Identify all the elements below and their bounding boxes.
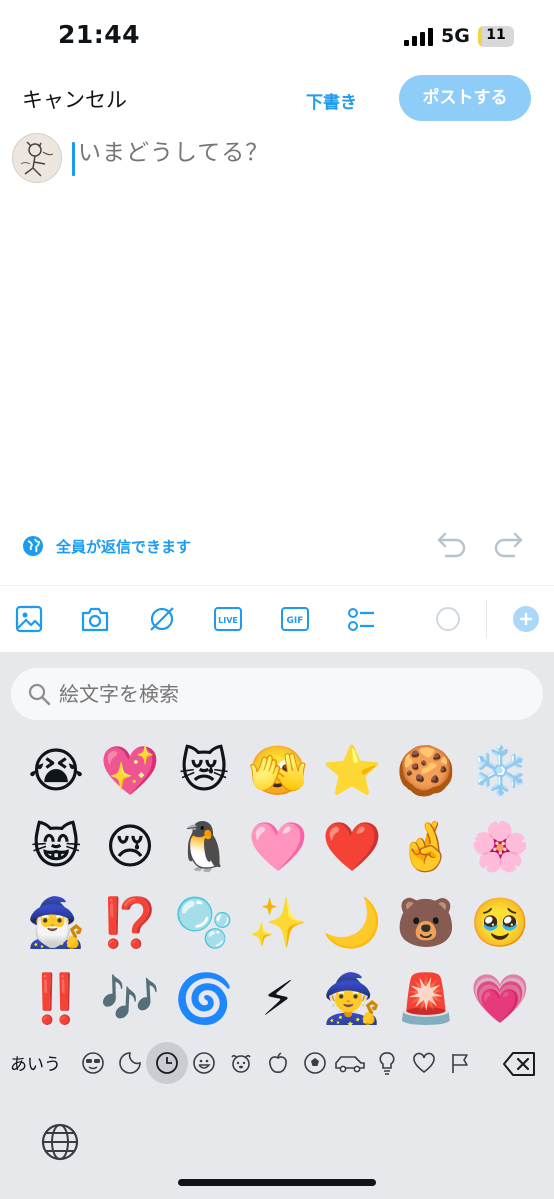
emoji-key[interactable]: 🌀 (172, 970, 236, 1028)
emoji-key[interactable]: 🌙 (320, 894, 384, 952)
reply-setting-label: 全員が返信できます (56, 537, 192, 556)
emoji-key[interactable]: ⚡ (246, 970, 310, 1028)
emoji-key[interactable]: 🧙 (320, 970, 384, 1028)
drafts-button[interactable]: 下書き (306, 88, 357, 113)
emoji-key[interactable]: ‼️ (24, 970, 88, 1028)
globe-keyboard-icon[interactable] (40, 1122, 80, 1162)
compose-toolbar: LIVE GIF (0, 586, 554, 652)
emoji-key[interactable]: 🤞 (394, 818, 458, 876)
emoji-key[interactable]: 🚨 (394, 970, 458, 1028)
stickers-icon[interactable] (118, 1051, 142, 1075)
keyboard-switch-button[interactable]: あいう (10, 1050, 61, 1075)
emoji-key[interactable]: ❤️ (320, 818, 384, 876)
flags-icon[interactable] (449, 1051, 473, 1075)
animals-icon[interactable] (229, 1051, 253, 1075)
cellular-signal-icon (404, 28, 434, 46)
avatar[interactable] (12, 133, 62, 183)
smileys-people-icon[interactable] (81, 1051, 105, 1075)
objects-icon[interactable] (375, 1051, 399, 1075)
home-indicator[interactable] (178, 1179, 376, 1186)
activity-icon[interactable] (303, 1051, 327, 1075)
compose-text-input[interactable] (78, 140, 518, 166)
emoji-key[interactable]: 😸 (24, 818, 88, 876)
reply-setting[interactable]: 全員が返信できます (22, 533, 191, 559)
add-post-icon[interactable] (511, 604, 541, 634)
image-icon[interactable] (14, 604, 44, 634)
redo-icon[interactable] (492, 530, 524, 558)
emoji-category-bar: あいう (0, 1040, 554, 1086)
gif-label: GIF (287, 616, 304, 626)
network-type: 5G (441, 25, 470, 47)
hidden-icon[interactable] (147, 604, 177, 634)
emoji-key[interactable]: 🧙‍♂️ (24, 894, 88, 952)
delete-icon[interactable] (503, 1051, 537, 1077)
emoji-key[interactable]: 💖 (98, 742, 162, 800)
emoji-key[interactable]: 🫧 (172, 894, 236, 952)
emoji-key[interactable]: 😿 (172, 742, 236, 800)
search-icon (28, 683, 51, 706)
emoji-search-field[interactable] (11, 668, 543, 720)
emoji-key[interactable]: 🌸 (468, 818, 532, 876)
emoji-key[interactable]: 😭 (24, 742, 88, 800)
emoji-key[interactable]: 💗 (468, 970, 532, 1028)
battery-icon: 11 (478, 26, 514, 47)
live-icon[interactable]: LIVE (213, 604, 243, 634)
live-label: LIVE (218, 616, 238, 625)
emoji-grid: 😭 💖 😿 🫣 ⭐ 🍪 ❄️ 😸 😢 🐧 🩷 ❤️ 🤞 🌸 🧙‍♂️ ⁉️ 🫧 ✨ 🌙 🐻 🥹 ‼️ 🎶 🌀 ⚡ 🧙 🚨 💗 (24, 742, 540, 1028)
post-button[interactable]: ポストする (399, 75, 531, 121)
camera-icon[interactable] (80, 604, 110, 634)
progress-ring-icon (436, 607, 460, 631)
emoji-key[interactable]: ⁉️ (98, 894, 162, 952)
emoji-key[interactable]: 🎶 (98, 970, 162, 1028)
emoji-key[interactable]: 🍪 (394, 742, 458, 800)
recent-icon[interactable] (155, 1051, 179, 1075)
poll-icon[interactable] (346, 604, 376, 634)
cancel-button[interactable]: キャンセル (22, 84, 127, 114)
emoji-key[interactable]: 🫣 (246, 742, 310, 800)
text-caret (72, 142, 75, 176)
emoji-key[interactable]: 🩷 (246, 818, 310, 876)
smiley-icon[interactable] (192, 1051, 216, 1075)
emoji-keyboard: 😭💖😿🫣⭐🍪❄️ 😸😢🐧🩷❤️🤞🌸 🧙‍♂️⁉️🫧✨🌙🐻🥹 ‼️🎶🌀⚡🧙🚨💗 あいう (0, 652, 554, 1199)
status-time: 21:44 (58, 20, 141, 49)
travel-icon[interactable] (333, 1051, 367, 1075)
symbols-icon[interactable] (412, 1051, 436, 1075)
emoji-key[interactable]: ❄️ (468, 742, 532, 800)
toolbar-separator (486, 600, 487, 638)
globe-icon (23, 536, 43, 556)
battery-percent: 11 (486, 27, 506, 43)
emoji-key[interactable]: 🐻 (394, 894, 458, 952)
undo-icon[interactable] (436, 530, 468, 558)
emoji-search-input[interactable] (59, 680, 519, 708)
food-icon[interactable] (266, 1051, 290, 1075)
status-bar: 21:44 5G 11 (0, 0, 554, 70)
emoji-key[interactable]: ✨ (246, 894, 310, 952)
emoji-key[interactable]: ⭐ (320, 742, 384, 800)
emoji-key[interactable]: 🐧 (172, 818, 236, 876)
gif-icon[interactable]: GIF (280, 604, 310, 634)
emoji-key[interactable]: 🥹 (468, 894, 532, 952)
emoji-key[interactable]: 😢 (98, 818, 162, 876)
